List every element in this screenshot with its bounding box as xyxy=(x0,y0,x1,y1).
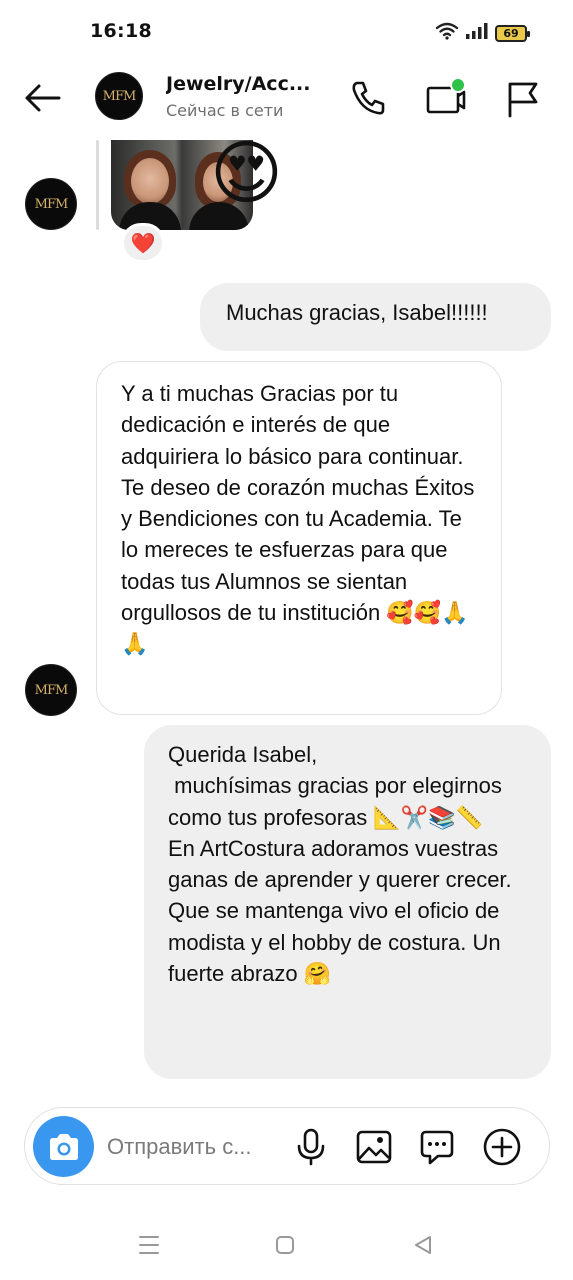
heart-reaction[interactable]: ❤️ xyxy=(121,223,165,263)
sticker-icon xyxy=(420,1130,454,1165)
home-button[interactable] xyxy=(270,1232,300,1258)
status-icons: 69 xyxy=(435,22,530,44)
voice-message-button[interactable] xyxy=(291,1127,331,1167)
gallery-button[interactable] xyxy=(354,1127,394,1167)
report-button[interactable] xyxy=(500,76,544,120)
message-list[interactable]: 😍 ❤️ MFM Muchas gracias, Isabel!!!!!! Y … xyxy=(0,134,573,1094)
sticker-button[interactable] xyxy=(417,1127,457,1167)
chat-header: MFM Jewelry/Acc... Сейчас в сети xyxy=(0,64,573,134)
message-text: Muchas gracias, Isabel!!!!!! xyxy=(226,300,488,325)
outgoing-message[interactable]: Querida Isabel, muchísimas gracias por e… xyxy=(144,725,551,1079)
contact-name[interactable]: Jewelry/Acc... xyxy=(166,73,316,95)
avatar-logo-text: MFM xyxy=(34,682,69,698)
video-call-icon xyxy=(426,77,466,114)
message-text: Y a ti muchas Gracias por tu dedicación … xyxy=(121,381,481,657)
back-button[interactable] xyxy=(20,80,64,116)
header-avatar[interactable]: MFM xyxy=(95,72,143,120)
nav-back-button[interactable] xyxy=(408,1232,438,1258)
recent-apps-button[interactable] xyxy=(134,1232,164,1258)
message-input[interactable] xyxy=(107,1132,277,1162)
video-call-button[interactable] xyxy=(424,76,468,120)
sender-avatar[interactable]: MFM xyxy=(25,664,77,716)
status-time: 16:18 xyxy=(90,20,152,42)
camera-button[interactable] xyxy=(33,1116,94,1177)
home-icon xyxy=(276,1236,294,1254)
phone-icon xyxy=(352,81,385,115)
camera-icon xyxy=(49,1133,78,1160)
avatar-logo-text: MFM xyxy=(102,88,137,104)
add-button[interactable] xyxy=(482,1127,522,1167)
recent-apps-icon xyxy=(139,1236,159,1254)
outgoing-message[interactable]: Muchas gracias, Isabel!!!!!! xyxy=(200,283,551,351)
signal-icon xyxy=(465,22,489,44)
microphone-icon xyxy=(297,1128,325,1166)
gallery-icon xyxy=(356,1130,392,1164)
online-status: Сейчас в сети xyxy=(166,101,284,120)
avatar-logo-text: MFM xyxy=(34,196,69,212)
message-text: Querida Isabel, muchísimas gracias por e… xyxy=(168,742,512,987)
incoming-message[interactable]: Y a ti muchas Gracias por tu dedicación … xyxy=(96,361,502,715)
flag-icon xyxy=(508,82,538,118)
reply-indicator xyxy=(96,140,99,230)
wifi-icon xyxy=(435,22,459,44)
sender-avatar[interactable]: MFM xyxy=(25,178,77,230)
sticker-emoji: 😍 xyxy=(210,132,283,214)
voice-call-button[interactable] xyxy=(346,76,390,120)
system-nav-bar xyxy=(0,1210,573,1280)
status-bar: 16:18 69 xyxy=(0,0,573,64)
back-icon xyxy=(415,1236,431,1254)
back-arrow-icon xyxy=(25,84,61,112)
message-composer xyxy=(24,1107,550,1185)
add-icon xyxy=(483,1128,521,1166)
battery-icon: 69 xyxy=(495,24,530,42)
